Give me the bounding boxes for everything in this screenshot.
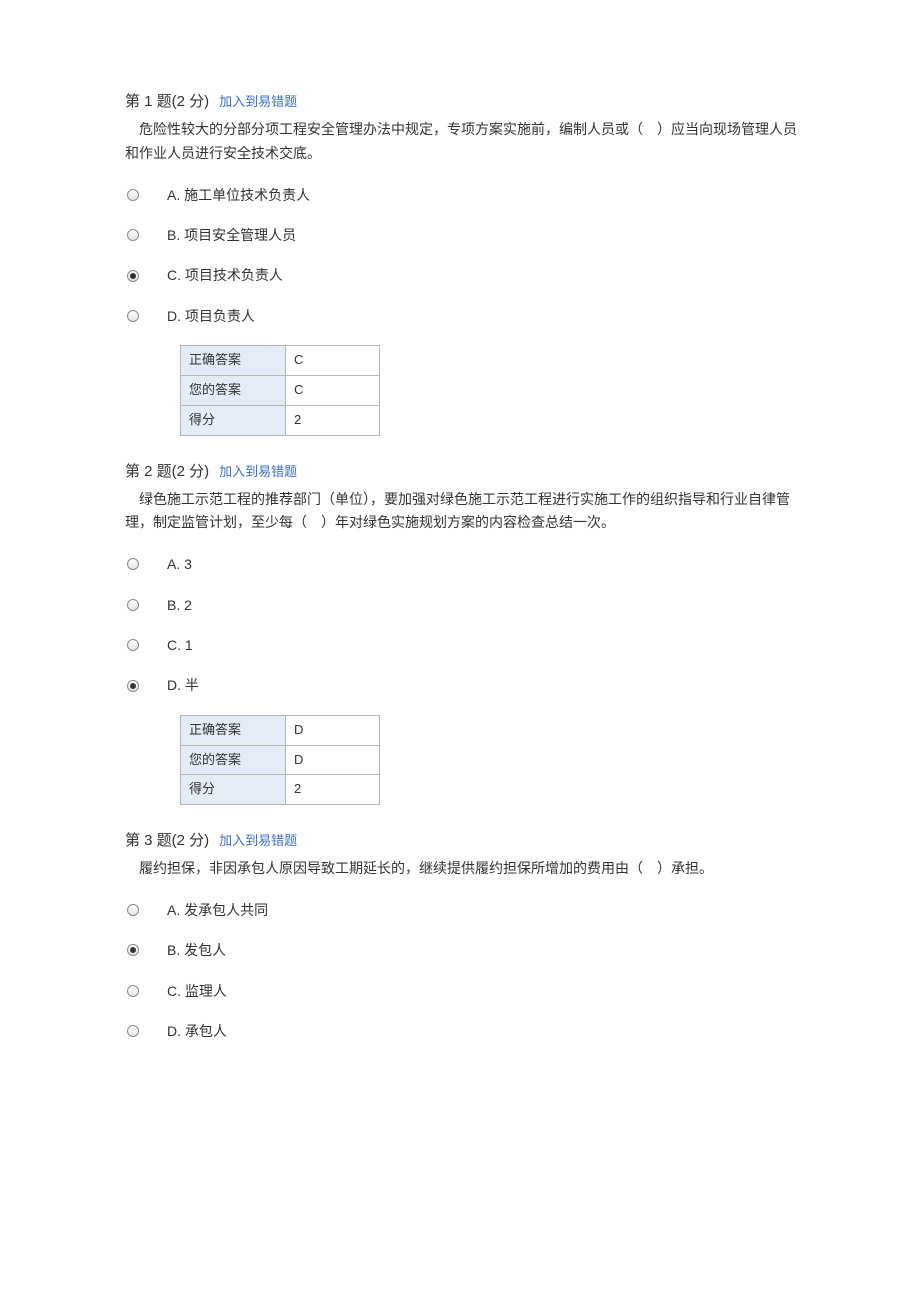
your-answer-value: D (286, 745, 380, 775)
correct-answer-value: D (286, 715, 380, 745)
answer-table: 正确答案 D 您的答案 D 得分 2 (180, 715, 380, 805)
question-number: 第 1 题(2 分) (125, 93, 209, 110)
option-label: B. 项目安全管理人员 (167, 224, 296, 246)
correct-answer-label: 正确答案 (181, 715, 286, 745)
option-row[interactable]: B. 项目安全管理人员 (125, 224, 810, 246)
option-label: A. 施工单位技术负责人 (167, 184, 310, 206)
add-to-error-link[interactable]: 加入到易错题 (219, 833, 297, 848)
radio-icon[interactable] (127, 985, 139, 997)
question-block: 第 2 题(2 分) 加入到易错题 绿色施工示范工程的推荐部门（单位），要加强对… (125, 460, 810, 806)
question-block: 第 3 题(2 分) 加入到易错题 履约担保，非因承包人原因导致工期延长的，继续… (125, 829, 810, 1042)
table-row: 得分 2 (181, 405, 380, 435)
option-row[interactable]: D. 承包人 (125, 1020, 810, 1042)
option-label: D. 项目负责人 (167, 305, 255, 327)
add-to-error-link[interactable]: 加入到易错题 (219, 464, 297, 479)
question-block: 第 1 题(2 分) 加入到易错题 危险性较大的分部分项工程安全管理办法中规定，… (125, 90, 810, 436)
option-label: D. 半 (167, 674, 199, 696)
question-text: 绿色施工示范工程的推荐部门（单位），要加强对绿色施工示范工程进行实施工作的组织指… (125, 488, 810, 536)
option-label: D. 承包人 (167, 1020, 227, 1042)
question-number: 第 2 题(2 分) (125, 463, 209, 480)
score-label: 得分 (181, 775, 286, 805)
option-label: B. 发包人 (167, 939, 226, 961)
radio-icon[interactable] (127, 1025, 139, 1037)
radio-icon[interactable] (127, 558, 139, 570)
correct-answer-value: C (286, 346, 380, 376)
your-answer-label: 您的答案 (181, 745, 286, 775)
table-row: 正确答案 D (181, 715, 380, 745)
option-label: A. 3 (167, 553, 192, 575)
option-row[interactable]: A. 发承包人共同 (125, 899, 810, 921)
add-to-error-link[interactable]: 加入到易错题 (219, 94, 297, 109)
radio-icon[interactable] (127, 944, 139, 956)
question-header: 第 1 题(2 分) 加入到易错题 (125, 90, 810, 114)
option-label: C. 项目技术负责人 (167, 264, 283, 286)
radio-icon[interactable] (127, 229, 139, 241)
radio-icon[interactable] (127, 270, 139, 282)
option-label: A. 发承包人共同 (167, 899, 268, 921)
score-value: 2 (286, 775, 380, 805)
option-row[interactable]: B. 发包人 (125, 939, 810, 961)
table-row: 您的答案 D (181, 745, 380, 775)
option-row[interactable]: C. 监理人 (125, 980, 810, 1002)
radio-icon[interactable] (127, 599, 139, 611)
question-header: 第 2 题(2 分) 加入到易错题 (125, 460, 810, 484)
option-row[interactable]: D. 半 (125, 674, 810, 696)
option-row[interactable]: A. 施工单位技术负责人 (125, 184, 810, 206)
table-row: 得分 2 (181, 775, 380, 805)
score-label: 得分 (181, 405, 286, 435)
radio-icon[interactable] (127, 680, 139, 692)
option-label: B. 2 (167, 594, 192, 616)
your-answer-value: C (286, 375, 380, 405)
option-row[interactable]: C. 1 (125, 634, 810, 656)
option-row[interactable]: B. 2 (125, 594, 810, 616)
option-label: C. 监理人 (167, 980, 227, 1002)
radio-icon[interactable] (127, 310, 139, 322)
option-row[interactable]: C. 项目技术负责人 (125, 264, 810, 286)
radio-icon[interactable] (127, 189, 139, 201)
option-row[interactable]: D. 项目负责人 (125, 305, 810, 327)
correct-answer-label: 正确答案 (181, 346, 286, 376)
option-row[interactable]: A. 3 (125, 553, 810, 575)
answer-table: 正确答案 C 您的答案 C 得分 2 (180, 345, 380, 435)
question-text: 危险性较大的分部分项工程安全管理办法中规定，专项方案实施前，编制人员或（ ）应当… (125, 118, 810, 166)
question-header: 第 3 题(2 分) 加入到易错题 (125, 829, 810, 853)
radio-icon[interactable] (127, 639, 139, 651)
question-number: 第 3 题(2 分) (125, 832, 209, 849)
table-row: 正确答案 C (181, 346, 380, 376)
question-text: 履约担保，非因承包人原因导致工期延长的，继续提供履约担保所增加的费用由（ ）承担… (125, 857, 810, 881)
table-row: 您的答案 C (181, 375, 380, 405)
score-value: 2 (286, 405, 380, 435)
option-label: C. 1 (167, 634, 193, 656)
your-answer-label: 您的答案 (181, 375, 286, 405)
radio-icon[interactable] (127, 904, 139, 916)
